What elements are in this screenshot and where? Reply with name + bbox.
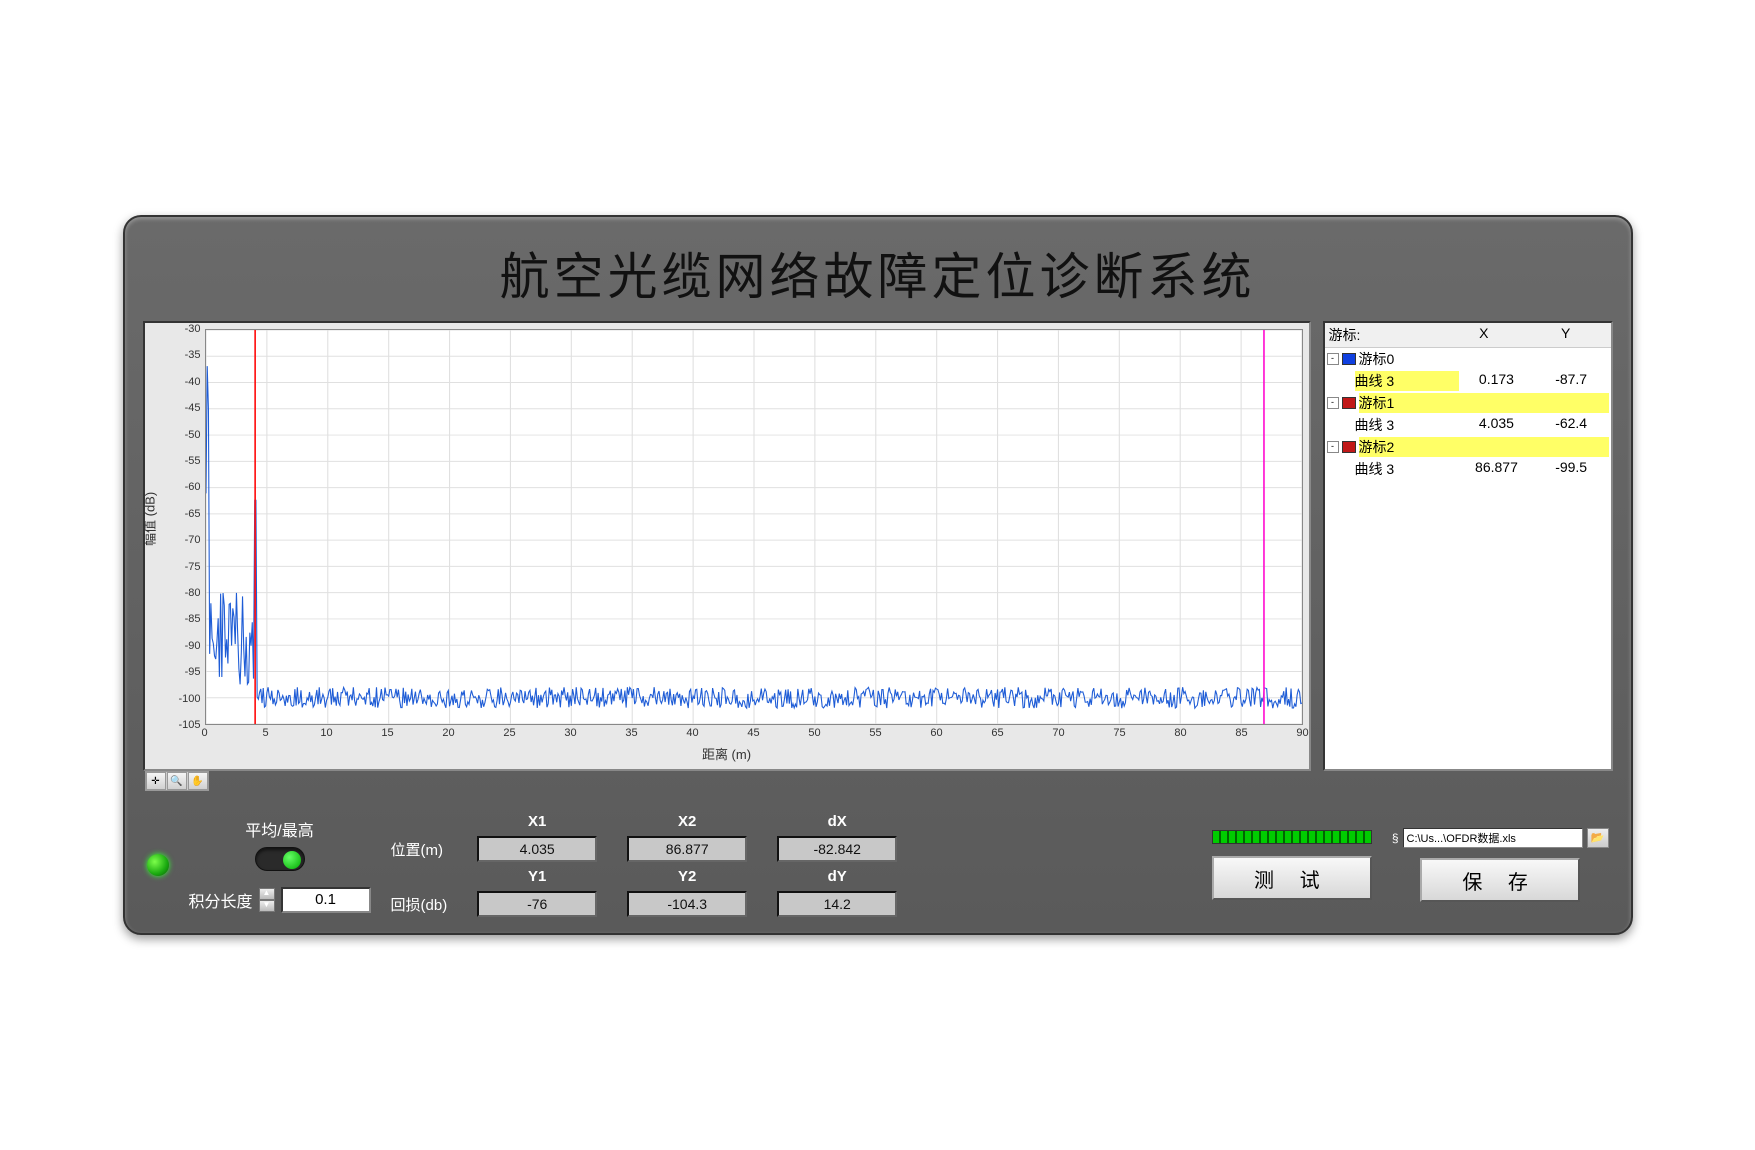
main-row: 幅值 (dB) -30-35-40-45-50-55-60-65-70-75-8… [143, 321, 1613, 771]
curve-name: 曲线 3 [1355, 371, 1460, 391]
cursor-swatch-icon [1342, 441, 1356, 453]
y1-header: Y1 [477, 868, 597, 885]
test-button[interactable]: 测 试 [1212, 856, 1372, 900]
curve-x: 86.877 [1459, 459, 1534, 479]
bottom-bar: 平均/最高 积分长度 ▲ ▼ 0.1 X1 X2 dX 位置(m) 4.035 … [143, 803, 1613, 927]
x2-header: X2 [627, 813, 747, 830]
curve-y: -62.4 [1534, 415, 1609, 435]
cursor-header-y: Y [1525, 325, 1607, 345]
cursor-name: 游标1 [1359, 393, 1609, 413]
cursor-name: 游标0 [1359, 349, 1609, 369]
cursor-item[interactable]: - 游标2 [1325, 436, 1611, 458]
chart-toolbar: ✛ 🔍 ✋ [145, 771, 209, 791]
chart-tool-hand-icon[interactable]: ✋ [188, 772, 208, 790]
avg-max-group: 平均/最高 [189, 817, 371, 871]
cursor-item[interactable]: - 游标1 [1325, 392, 1611, 414]
folder-browse-icon[interactable]: 📂 [1587, 828, 1609, 848]
curve-name: 曲线 3 [1355, 415, 1460, 435]
x-ticks: 051015202530354045505560657075808590 [205, 727, 1303, 745]
app-panel: 航空光缆网络故障定位诊断系统 幅值 (dB) -30-35-40-45-50-5… [123, 215, 1633, 935]
dx-readout: -82.842 [777, 836, 897, 862]
position-label: 位置(m) [391, 839, 448, 860]
y2-header: Y2 [627, 868, 747, 885]
file-path-field[interactable]: C:\Us...\OFDR数据.xls [1403, 828, 1583, 848]
tree-expand-icon[interactable]: - [1327, 353, 1339, 365]
chart-tool-zoom-icon[interactable]: 🔍 [167, 772, 187, 790]
cursor-child-row[interactable]: 曲线 30.173-87.7 [1325, 370, 1611, 392]
curve-x: 0.173 [1459, 371, 1534, 391]
cursor-child-row[interactable]: 曲线 34.035-62.4 [1325, 414, 1611, 436]
chart-plot-area[interactable] [205, 329, 1303, 725]
cursor-item[interactable]: - 游标0 [1325, 348, 1611, 370]
integral-down-icon[interactable]: ▼ [259, 900, 275, 912]
cursor-name: 游标2 [1359, 437, 1609, 457]
progress-bar [1212, 830, 1372, 844]
x2-readout: 86.877 [627, 836, 747, 862]
cursor-swatch-icon [1342, 397, 1356, 409]
cursor-tree: -游标0曲线 30.173-87.7-游标1曲线 34.035-62.4-游标2… [1325, 348, 1611, 480]
y2-readout: -104.3 [627, 891, 747, 917]
dy-readout: 14.2 [777, 891, 897, 917]
integral-length-field[interactable]: 0.1 [281, 887, 371, 913]
return-loss-label: 回损(db) [391, 894, 448, 915]
x1-header: X1 [477, 813, 597, 830]
file-path-row: § C:\Us...\OFDR数据.xls 📂 [1392, 828, 1609, 848]
avg-max-toggle[interactable] [255, 847, 305, 871]
cursor-child-row[interactable]: 曲线 386.877-99.5 [1325, 458, 1611, 480]
chart-frame[interactable]: 幅值 (dB) -30-35-40-45-50-55-60-65-70-75-8… [143, 321, 1311, 771]
chart-svg [206, 330, 1302, 724]
x-axis-label: 距离 (m) [702, 744, 751, 763]
cursor-panel: 游标: X Y -游标0曲线 30.173-87.7-游标1曲线 34.035-… [1323, 321, 1613, 771]
app-title: 航空光缆网络故障定位诊断系统 [143, 237, 1613, 309]
curve-x: 4.035 [1459, 415, 1534, 435]
dx-header: dX [777, 813, 897, 830]
file-path-icon: § [1392, 831, 1399, 845]
cursor-header-label: 游标: [1329, 325, 1443, 345]
integral-up-icon[interactable]: ▲ [259, 888, 275, 900]
chart-tool-crosshair-icon[interactable]: ✛ [146, 772, 166, 790]
avg-max-label: 平均/最高 [245, 817, 313, 841]
integral-length-label: 积分长度 [189, 888, 253, 912]
x1-readout: 4.035 [477, 836, 597, 862]
y1-readout: -76 [477, 891, 597, 917]
save-button[interactable]: 保 存 [1420, 858, 1580, 902]
status-led-icon [147, 854, 169, 876]
readout-grid: X1 X2 dX 位置(m) 4.035 86.877 -82.842 Y1 Y… [391, 813, 898, 917]
tree-expand-icon[interactable]: - [1327, 441, 1339, 453]
cursor-header-x: X [1443, 325, 1525, 345]
curve-name: 曲线 3 [1355, 459, 1460, 479]
cursor-panel-header: 游标: X Y [1325, 323, 1611, 348]
integral-length-group: 积分长度 ▲ ▼ 0.1 [189, 887, 371, 913]
y-ticks: -30-35-40-45-50-55-60-65-70-75-80-85-90-… [145, 329, 203, 725]
curve-y: -99.5 [1534, 459, 1609, 479]
integral-spinner: ▲ ▼ [259, 888, 275, 912]
tree-expand-icon[interactable]: - [1327, 397, 1339, 409]
curve-y: -87.7 [1534, 371, 1609, 391]
cursor-swatch-icon [1342, 353, 1356, 365]
dy-header: dY [777, 868, 897, 885]
